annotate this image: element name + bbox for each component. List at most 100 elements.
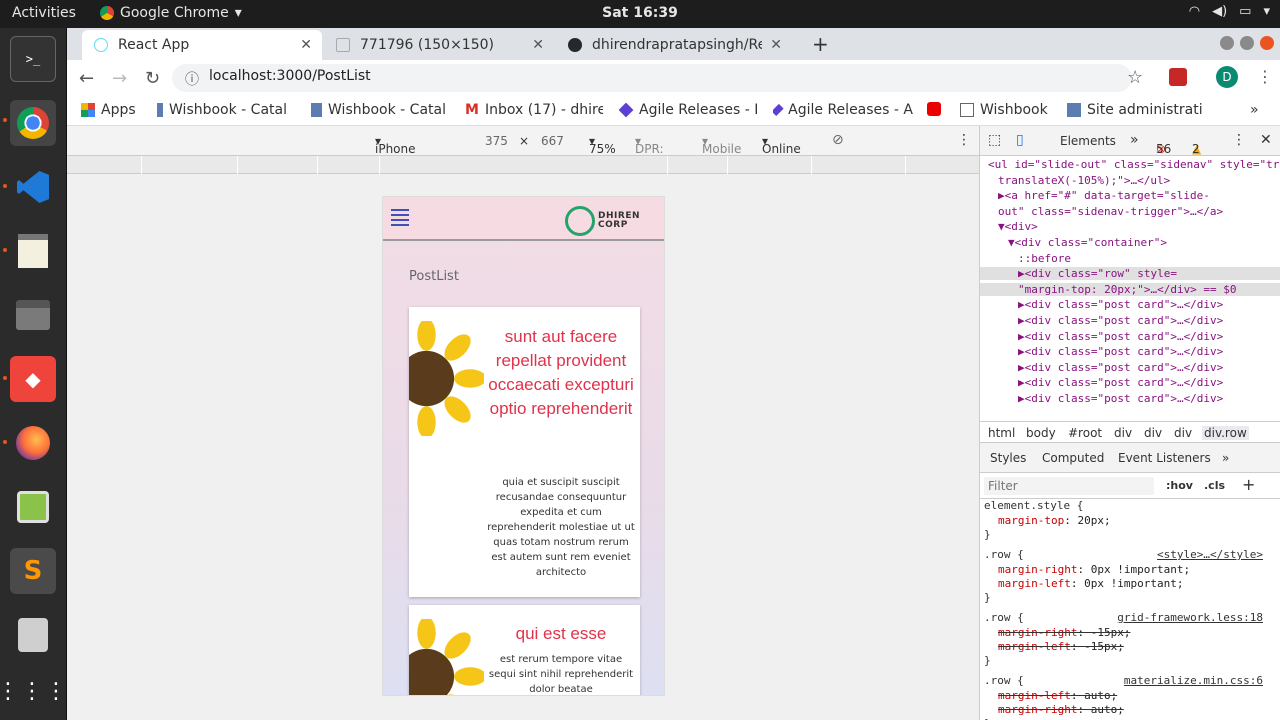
bookmark-wishbook-2[interactable]: Wishbook - Catal [311, 102, 446, 118]
rule-source-link[interactable]: <style>…</style> [1157, 548, 1263, 561]
breadcrumb-item[interactable]: div.row [1202, 426, 1249, 440]
tab-event-listeners[interactable]: Event Listeners [1118, 451, 1211, 465]
dom-node-line[interactable]: ▶<div class="post card">…</div> [1018, 376, 1223, 389]
dpr-select[interactable]: DPR: 2.0 ▾ [635, 134, 664, 170]
zoom-select[interactable]: 75% ▾ [589, 134, 616, 156]
rule-selector[interactable]: .row { [984, 674, 1024, 687]
bookmark-youtube[interactable] [927, 102, 941, 116]
more-bookmarks-icon[interactable]: » [1250, 102, 1259, 118]
add-rule-icon[interactable]: + [1242, 475, 1255, 494]
files-icon[interactable] [10, 292, 56, 338]
dom-node-line[interactable]: ▶<div class="post card">…</div> [1018, 392, 1223, 405]
bookmark-site-admin[interactable]: Site administrati [1067, 102, 1222, 118]
breadcrumb-item[interactable]: div [1144, 426, 1162, 440]
dhiren-corp-logo[interactable]: DHIREN CORP [565, 206, 640, 236]
dom-node-line[interactable]: ▶<div class="post card">…</div> [1018, 345, 1223, 358]
speaker-icon[interactable] [10, 612, 56, 658]
close-icon[interactable]: ✕ [300, 37, 312, 53]
terminal-icon[interactable]: >_ [10, 36, 56, 82]
text-editor-icon[interactable] [10, 228, 56, 274]
bookmark-wishbook-1[interactable]: Wishbook - Catal [157, 102, 287, 118]
clock[interactable]: Sat 16:39 [0, 5, 1280, 21]
dom-node-line[interactable]: ▶<div class="post card">…</div> [1018, 361, 1223, 374]
rule-property[interactable]: margin-left: -15px; [998, 640, 1124, 653]
filter-input[interactable] [984, 477, 1154, 495]
rule-property[interactable]: margin-left: 0px !important; [998, 577, 1183, 590]
tab-computed[interactable]: Computed [1042, 451, 1104, 465]
show-apps-icon[interactable]: ⋮⋮⋮ [0, 668, 67, 714]
breadcrumb-item[interactable]: html [988, 426, 1015, 440]
profile-avatar[interactable]: D [1216, 66, 1238, 88]
minimize-button[interactable] [1220, 36, 1234, 50]
dom-node-line[interactable]: translateX(-105%);">…</ul> [998, 174, 1170, 187]
devtools-menu-icon[interactable]: ⋮ [1232, 132, 1246, 148]
bookmark-apps[interactable]: Apps [81, 102, 136, 118]
breadcrumb-item[interactable]: #root [1068, 426, 1102, 440]
image-viewer-icon[interactable] [10, 484, 56, 530]
dom-node-line[interactable]: <ul id="slide-out" class="sidenav" style… [988, 158, 1280, 171]
breadcrumb-item[interactable]: body [1026, 426, 1056, 440]
rule-selector[interactable]: .row { [984, 611, 1024, 624]
rule-selector[interactable]: element.style { [984, 499, 1083, 512]
hamburger-menu-icon[interactable] [391, 209, 409, 229]
tab-styles[interactable]: Styles [990, 451, 1026, 465]
breadcrumb-item[interactable]: div [1114, 426, 1132, 440]
new-tab-button[interactable]: + [812, 32, 829, 56]
post-card[interactable]: qui est esse est rerum tempore vitae seq… [409, 605, 640, 695]
maximize-button[interactable] [1240, 36, 1254, 50]
media-query-ruler[interactable] [67, 156, 979, 174]
dom-node-line[interactable]: out" class="sidenav-trigger">…</a> [998, 205, 1223, 218]
rule-source-link[interactable]: materialize.min.css:6 [1124, 674, 1263, 687]
post-card[interactable]: sunt aut facere repellat provident occae… [409, 307, 640, 597]
tab-elements[interactable]: Elements [1060, 134, 1116, 148]
bookmark-agile-2[interactable]: Agile Releases - A [773, 102, 913, 118]
star-icon[interactable]: ☆ [1127, 67, 1143, 88]
cls-toggle[interactable]: .cls [1204, 479, 1225, 492]
forward-icon[interactable]: → [112, 68, 127, 89]
bookmark-agile-1[interactable]: Agile Releases - I [619, 102, 759, 118]
rule-source-link[interactable]: grid-framework.less:18 [1117, 611, 1263, 624]
rule-property[interactable]: margin-left: auto; [998, 689, 1117, 702]
tab-image[interactable]: 771796 (150×150) ✕ [324, 30, 554, 60]
vscode-icon[interactable] [10, 164, 56, 210]
hov-toggle[interactable]: :hov [1166, 479, 1193, 492]
rule-selector[interactable]: .row { [984, 548, 1024, 561]
height-input[interactable]: 667 [541, 134, 564, 148]
system-tray[interactable]: ◠ ◀) ▭ ▾ [1189, 4, 1270, 19]
dom-node-line[interactable]: "margin-top: 20px;">…</div> == $0 [980, 282, 1280, 296]
anydesk-icon[interactable]: ◆ [10, 356, 56, 402]
extension-icon[interactable] [1169, 68, 1187, 86]
rule-property[interactable]: margin-right: 0px !important; [998, 563, 1190, 576]
more-tabs-icon[interactable]: » [1130, 132, 1139, 148]
mode-select[interactable]: Mobile ▾ [702, 134, 741, 156]
close-icon[interactable]: ✕ [532, 37, 544, 53]
rule-property[interactable]: margin-right: auto; [998, 703, 1124, 716]
dom-node-line[interactable]: ▶<div class="post card">…</div> [1018, 314, 1223, 327]
network-select[interactable]: Online ▾ [762, 134, 801, 156]
breadcrumb-item[interactable]: div [1174, 426, 1192, 440]
firefox-icon[interactable] [10, 420, 56, 466]
more-tabs-icon[interactable]: » [1222, 451, 1229, 465]
rule-property[interactable]: margin-right: -15px; [998, 626, 1130, 639]
close-icon[interactable]: ✕ [770, 37, 782, 53]
bookmark-inbox[interactable]: M Inbox (17) - dhire [465, 102, 603, 118]
bookmark-wishbook-3[interactable]: Wishbook [960, 102, 1048, 118]
tab-react-app[interactable]: React App ✕ [82, 30, 322, 60]
close-window-button[interactable] [1260, 36, 1274, 50]
sublime-text-icon[interactable]: S [10, 548, 56, 594]
dom-node-line[interactable]: ▼<div class="container"> [1008, 236, 1167, 249]
width-input[interactable]: 375 [485, 134, 508, 148]
dom-node-line[interactable]: ▶<a href="#" data-target="slide- [998, 189, 1210, 202]
device-toggle-icon[interactable]: ▯ [1016, 132, 1024, 148]
dom-node-line[interactable]: ::before [1018, 252, 1071, 265]
inspect-icon[interactable]: ⬚ [988, 132, 1001, 148]
more-options-icon[interactable]: ⋮ [957, 132, 971, 148]
rotate-icon[interactable]: ⊘ [832, 132, 844, 148]
dom-node-line[interactable]: ▶<div class="post card">…</div> [1018, 298, 1223, 311]
device-select[interactable]: iPhone 6/7/8 ▾ [375, 134, 416, 170]
back-icon[interactable]: ← [79, 68, 94, 89]
reload-icon[interactable]: ↻ [145, 68, 160, 89]
tab-github[interactable]: dhirendrapratapsingh/Re ✕ [556, 30, 792, 60]
close-icon[interactable]: ✕ [1260, 132, 1272, 148]
chrome-icon[interactable] [10, 100, 56, 146]
